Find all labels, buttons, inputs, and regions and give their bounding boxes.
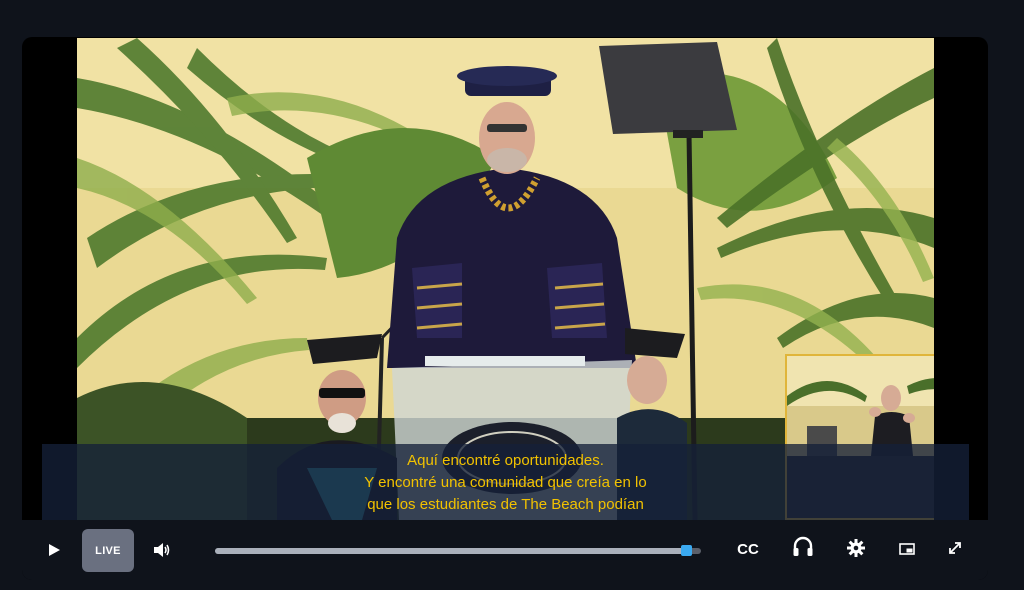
caption-box: Aquí encontré oportunidades. Y encontré … (42, 444, 969, 520)
picture-in-picture-icon (899, 543, 915, 555)
picture-in-picture-button[interactable] (895, 537, 919, 561)
live-button[interactable]: LIVE (82, 529, 134, 572)
progress-fill (215, 548, 687, 554)
audio-description-button[interactable] (790, 534, 816, 560)
caption-line: que los estudiantes de The Beach podían (367, 496, 644, 513)
progress-thumb[interactable] (681, 545, 693, 556)
captions-button[interactable]: CC (734, 536, 762, 562)
progress-bar[interactable] (215, 545, 701, 556)
gear-icon (847, 539, 865, 557)
fullscreen-button[interactable] (943, 536, 967, 560)
control-bar: LIVE CC (22, 520, 988, 580)
headphones-icon (793, 536, 813, 556)
video-player[interactable]: Aquí encontré oportunidades. Y encontré … (22, 37, 988, 580)
caption-line: Y encontré una comunidad que creía en lo (364, 474, 647, 491)
settings-button[interactable] (844, 536, 868, 560)
fullscreen-icon (949, 542, 961, 554)
volume-button[interactable] (150, 538, 174, 562)
play-icon (49, 544, 60, 556)
play-button[interactable] (42, 538, 66, 562)
caption-line: Aquí encontré oportunidades. (407, 452, 604, 469)
volume-icon (154, 543, 170, 557)
